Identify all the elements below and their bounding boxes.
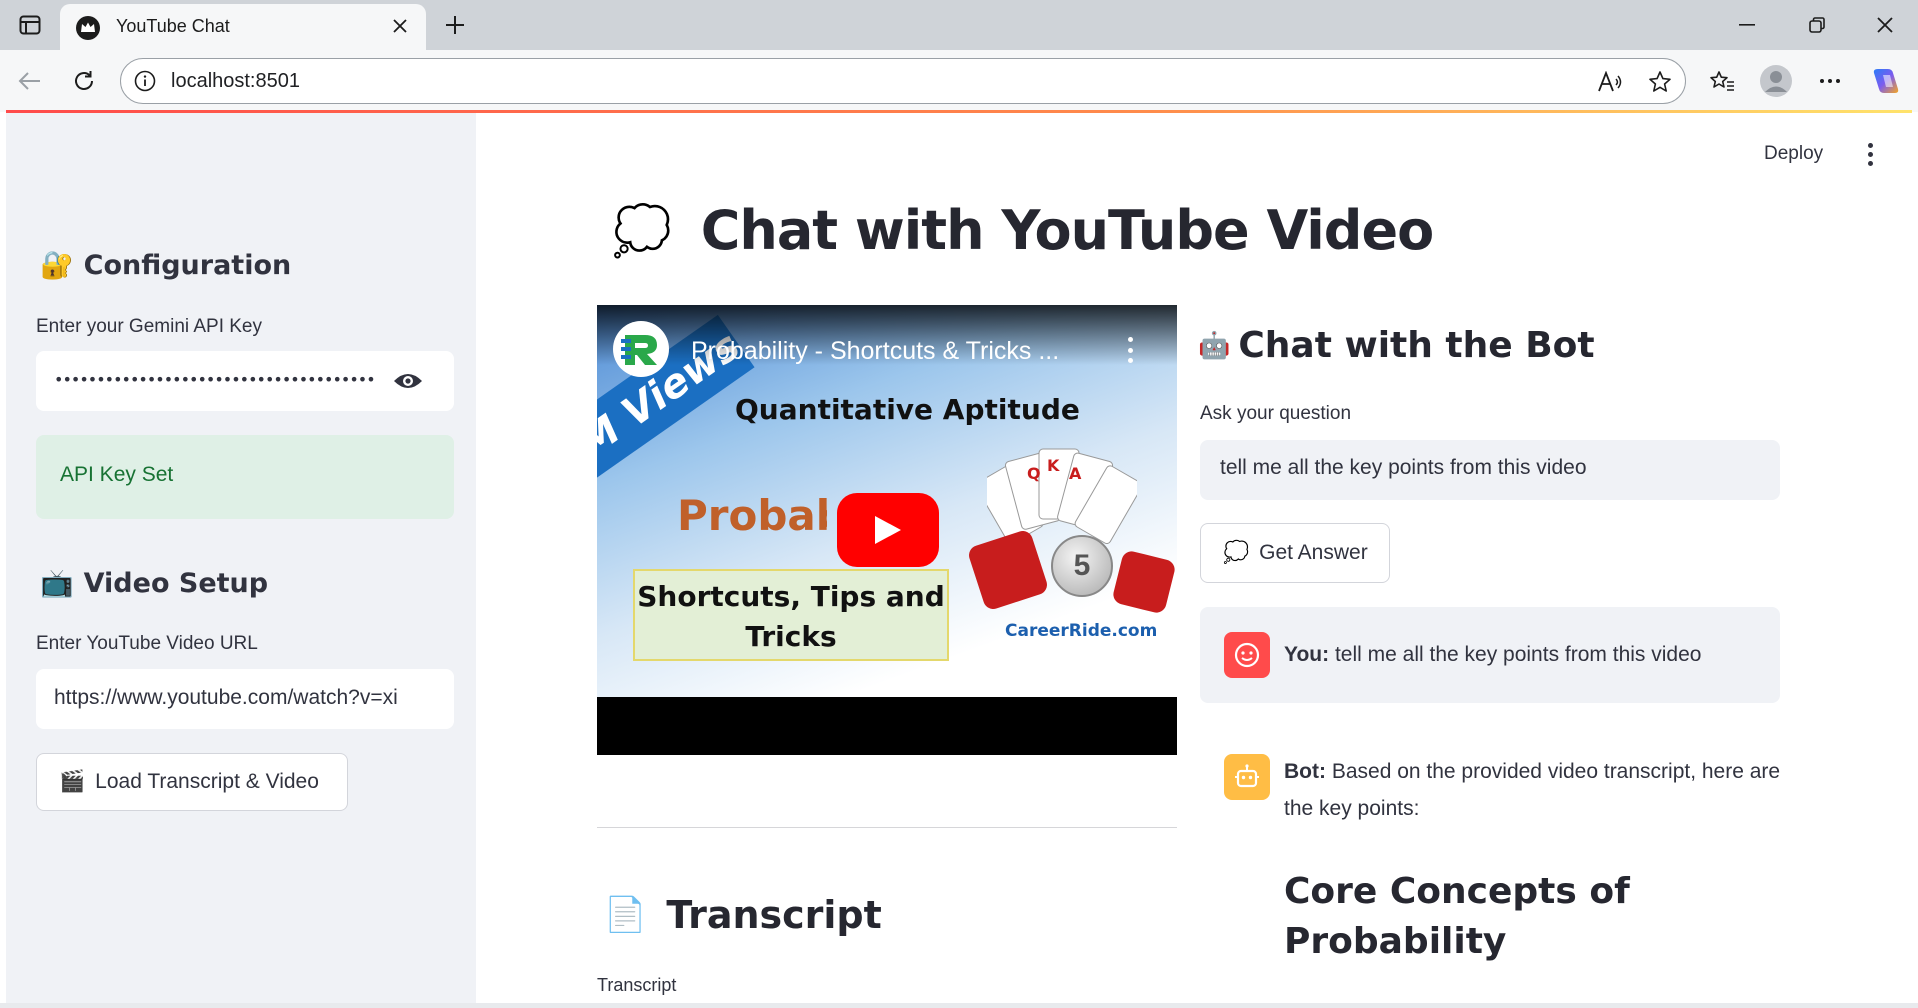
load-transcript-button-label: Load Transcript & Video	[95, 770, 319, 793]
bot-response-heading: Core Concepts of Probability	[1284, 871, 1630, 962]
video-more-icon[interactable]	[1125, 337, 1135, 363]
divider	[597, 827, 1177, 828]
browser-tab-active[interactable]: YouTube Chat	[60, 4, 426, 50]
get-answer-button-label: Get Answer	[1259, 541, 1368, 564]
browser-toolbar: localhost:8501	[0, 50, 1918, 112]
svg-text:Q: Q	[1027, 464, 1041, 483]
reload-icon[interactable]	[66, 63, 102, 99]
favorites-icon[interactable]	[1704, 63, 1740, 99]
clapperboard-icon: 🎬	[59, 770, 86, 793]
transcript-label: Transcript	[597, 975, 677, 995]
page-title: 💭 Chat with YouTube Video	[612, 199, 1434, 262]
api-key-status-text: API Key Set	[60, 463, 174, 486]
tab-title: YouTube Chat	[116, 16, 230, 36]
thumbnail-subject: Probability	[677, 491, 827, 540]
bot-avatar-icon	[1224, 754, 1270, 800]
minimize-icon[interactable]	[1722, 8, 1772, 42]
thumbnail-brand: CareerRide.com	[1005, 621, 1158, 641]
video-url-label: Enter YouTube Video URL	[36, 633, 258, 654]
configuration-heading: 🔐 Configuration	[40, 249, 292, 282]
transcript-heading-text: Transcript	[666, 893, 882, 937]
video-url-input[interactable]: https://www.youtube.com/watch?v=xi	[36, 669, 454, 729]
show-password-eye-icon[interactable]	[392, 369, 424, 393]
deploy-button[interactable]: Deploy	[1764, 143, 1823, 165]
lock-icon: 🔐	[40, 250, 74, 281]
copilot-icon[interactable]	[1868, 63, 1904, 99]
user-message-body: tell me all the key points from this vid…	[1334, 643, 1702, 666]
user-chat-message: You: tell me all the key points from thi…	[1200, 607, 1780, 703]
thumbnail-caption-line2: Tricks	[745, 620, 837, 653]
browser-tab-bar: YouTube Chat	[0, 0, 1918, 50]
api-key-success-alert: API Key Set	[36, 435, 454, 519]
api-key-masked-value: ••••••••••••••••••••••••••••••••••••••	[54, 370, 376, 389]
chat-heading-text: Chat with the Bot	[1238, 325, 1595, 366]
favorite-star-icon[interactable]	[1647, 69, 1673, 95]
get-answer-button[interactable]: 💭 Get Answer	[1200, 523, 1390, 583]
channel-logo-icon[interactable]	[613, 321, 669, 377]
user-avatar-icon	[1224, 632, 1270, 678]
read-aloud-icon[interactable]	[1597, 69, 1623, 95]
main-menu-icon[interactable]	[1860, 139, 1880, 169]
more-options-icon[interactable]	[1812, 63, 1848, 99]
youtube-video-embed[interactable]: 1 M Views Quantitative Aptitude Probabil…	[597, 305, 1177, 755]
profile-avatar-icon[interactable]	[1758, 63, 1794, 99]
user-message-text: You: tell me all the key points from thi…	[1284, 636, 1764, 673]
question-input[interactable]: tell me all the key points from this vid…	[1200, 440, 1780, 500]
video-url-value: https://www.youtube.com/watch?v=xi	[54, 686, 398, 709]
bot-message-body: Based on the provided video transcript, …	[1284, 760, 1781, 820]
question-label: Ask your question	[1200, 403, 1352, 424]
main-content: Deploy 💭 Chat with YouTube Video 1 M Vie…	[476, 113, 1912, 1003]
window-bottom-border	[0, 1003, 1918, 1008]
bot-message-prefix: Bot:	[1284, 760, 1326, 783]
thumbnail-caption-line1: Shortcuts, Tips and	[637, 580, 945, 613]
crown-favicon-icon	[76, 16, 100, 40]
youtube-play-button[interactable]	[837, 493, 939, 567]
thumbnail-heading: Quantitative Aptitude	[735, 393, 1080, 426]
thought-balloon-icon: 💭	[612, 203, 672, 259]
user-message-prefix: You:	[1284, 643, 1330, 666]
page-facing-up-icon: 📄	[604, 895, 647, 935]
video-title[interactable]: Probability - Shortcuts & Tricks ...	[691, 337, 1059, 366]
api-key-label: Enter your Gemini API Key	[36, 316, 262, 337]
question-input-value: tell me all the key points from this vid…	[1220, 456, 1587, 479]
svg-text:A: A	[1069, 464, 1082, 483]
svg-text:K: K	[1047, 456, 1060, 475]
chat-heading: 🤖 Chat with the Bot	[1198, 325, 1595, 366]
tab-actions-icon[interactable]	[14, 10, 46, 40]
api-key-input[interactable]: ••••••••••••••••••••••••••••••••••••••	[36, 351, 454, 411]
video-setup-heading-text: Video Setup	[83, 567, 269, 599]
address-bar[interactable]: localhost:8501	[120, 58, 1686, 104]
back-arrow-icon[interactable]	[12, 63, 48, 99]
configuration-heading-text: Configuration	[83, 249, 292, 281]
television-icon: 📺	[40, 568, 74, 599]
coin-icon: 5	[1051, 535, 1113, 597]
thought-balloon-icon: 💭	[1223, 541, 1250, 564]
red-dice-icon	[1111, 549, 1177, 615]
restore-icon[interactable]	[1792, 8, 1842, 42]
bot-message-text: Bot: Based on the provided video transcr…	[1284, 753, 1784, 827]
address-url[interactable]: localhost:8501	[171, 70, 300, 93]
close-tab-icon[interactable]	[388, 14, 412, 38]
site-info-icon[interactable]	[133, 69, 157, 93]
page-title-text: Chat with YouTube Video	[700, 199, 1434, 262]
thumbnail-caption-box: Shortcuts, Tips and Tricks	[633, 569, 949, 661]
new-tab-icon[interactable]	[438, 8, 472, 42]
transcript-heading: 📄 Transcript	[604, 893, 882, 937]
load-transcript-button[interactable]: 🎬 Load Transcript & Video	[36, 753, 348, 811]
robot-face-icon: 🤖	[1198, 330, 1231, 361]
video-setup-heading: 📺 Video Setup	[40, 567, 269, 600]
close-window-icon[interactable]	[1860, 8, 1910, 42]
sidebar: 🔐 Configuration Enter your Gemini API Ke…	[6, 113, 476, 1003]
